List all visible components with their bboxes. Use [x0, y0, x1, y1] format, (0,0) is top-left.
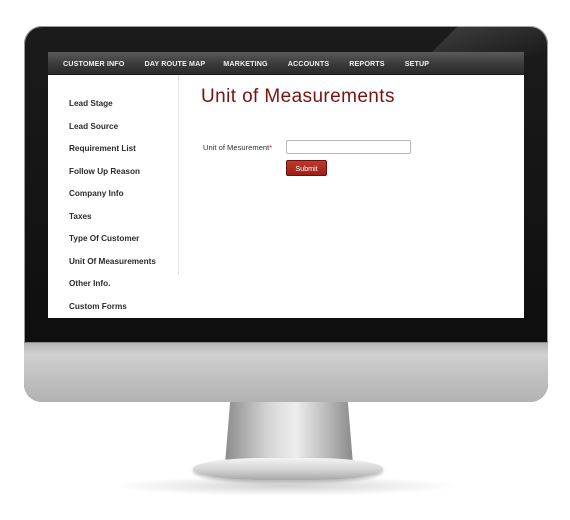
sidebar-item-follow-up-reason[interactable]: Follow Up Reason	[69, 167, 140, 176]
monitor-stand-base	[193, 458, 383, 480]
submit-button[interactable]: Submit	[286, 160, 327, 176]
nav-day-route-map[interactable]: DAY ROUTE MAP	[144, 59, 205, 68]
app-screen: CUSTOMER INFO DAY ROUTE MAP MARKETING AC…	[48, 52, 524, 318]
nav-marketing[interactable]: MARKETING	[223, 59, 267, 68]
sidebar-item-custom-forms[interactable]: Custom Forms	[69, 302, 127, 311]
sidebar-item-type-of-customer[interactable]: Type Of Customer	[69, 234, 139, 243]
page-title: Unit of Measurements	[201, 86, 395, 107]
sidebar-item-taxes[interactable]: Taxes	[69, 212, 92, 221]
uom-field-label: Unit of Mesurement*	[203, 143, 272, 152]
sidebar-item-lead-stage[interactable]: Lead Stage	[69, 99, 113, 108]
sidebar-item-other-info[interactable]: Other Info.	[69, 279, 110, 288]
monitor-stand-neck	[225, 402, 353, 464]
monitor-chin	[24, 342, 548, 402]
nav-setup[interactable]: SETUP	[405, 59, 429, 68]
sidebar-item-unit-of-measurements[interactable]: Unit Of Measurements	[69, 257, 156, 266]
nav-customer-info[interactable]: CUSTOMER INFO	[63, 59, 124, 68]
top-navigation-bar: CUSTOMER INFO DAY ROUTE MAP MARKETING AC…	[48, 52, 524, 75]
sidebar-item-lead-source[interactable]: Lead Source	[69, 122, 118, 131]
nav-accounts[interactable]: ACCOUNTS	[288, 59, 330, 68]
uom-label-text: Unit of Mesurement	[203, 143, 270, 152]
nav-reports[interactable]: REPORTS	[349, 59, 384, 68]
sidebar-item-requirement-list[interactable]: Requirement List	[69, 144, 136, 153]
uom-input[interactable]	[286, 140, 411, 154]
sidebar-item-company-info[interactable]: Company Info	[69, 189, 124, 198]
required-marker: *	[269, 143, 273, 152]
